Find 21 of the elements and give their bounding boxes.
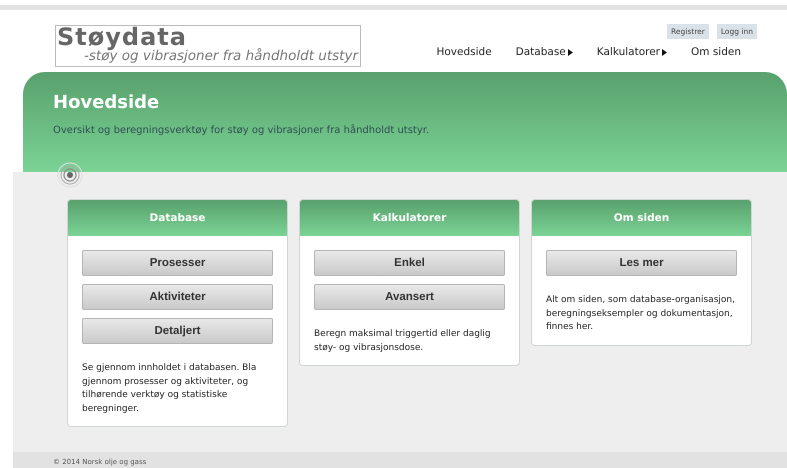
logo[interactable]: Støydata -støy og vibrasjoner fra håndholdt utstyr	[55, 25, 361, 67]
card-header: Om siden	[532, 200, 751, 236]
nav-link[interactable]: Om siden	[691, 46, 741, 58]
card-header: Database	[68, 200, 287, 236]
nav-button[interactable]: Prosesser	[82, 250, 273, 276]
nav-button[interactable]: Enkel	[314, 250, 505, 276]
card-description: Beregn maksimal triggertid eller daglig støy- og vibrasjonsdose.	[314, 328, 492, 354]
card-description: Se gjennom innholdet i databasen. Bla gjennom prosesser og aktiviteter, og tilhørende verktøy og statistiske beregninger.	[82, 362, 258, 416]
nav-button[interactable]: Avansert	[314, 284, 505, 310]
card-description: Alt om siden, som database-organisasjon, beregningseksempler og dokumentasjon, finnes her.	[546, 294, 736, 334]
nav-link[interactable]: Hovedside	[436, 46, 492, 58]
target-icon	[57, 162, 83, 188]
nav-button[interactable]: Detaljert	[82, 318, 273, 344]
nav-link[interactable]: Database	[516, 46, 573, 58]
page-description: Oversikt og beregningsverktøy for støy og vibrasjoner fra håndholdt utstyr.	[53, 125, 430, 136]
nav-button[interactable]: Les mer	[546, 250, 737, 276]
nav-button[interactable]: Aktiviteter	[82, 284, 273, 310]
nav-link[interactable]: Kalkulatorer	[596, 46, 667, 58]
page-title: Hovedside	[53, 92, 160, 113]
logo-title: Støydata	[57, 26, 187, 48]
card-header: Kalkulatorer	[300, 200, 519, 236]
